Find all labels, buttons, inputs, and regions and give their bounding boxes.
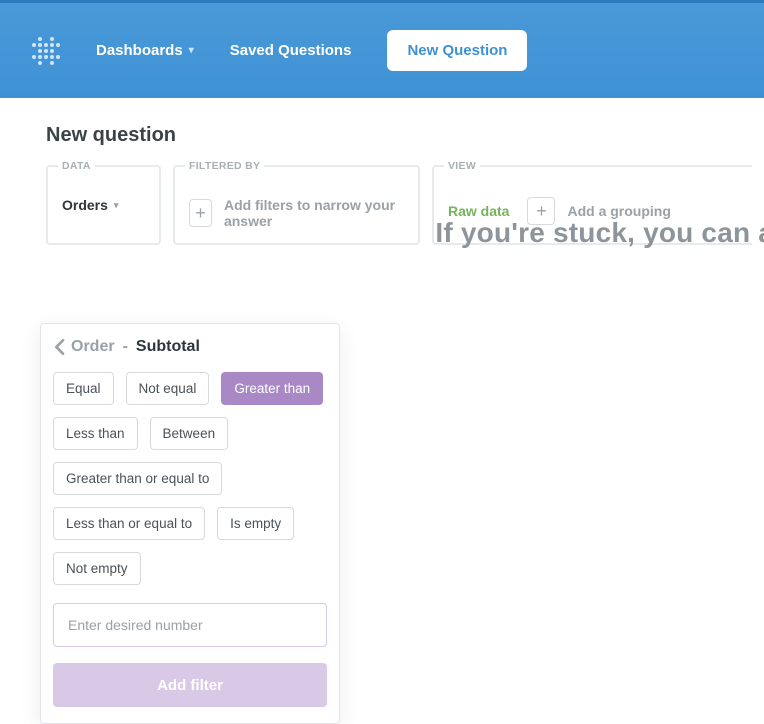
operator-gte[interactable]: Greater than or equal to [53, 462, 222, 495]
new-question-button[interactable]: New Question [387, 30, 527, 71]
nav-dashboards[interactable]: Dashboards ▾ [96, 42, 194, 59]
data-source-value: Orders [62, 197, 108, 213]
filter-segment: FILTERED BY + Add filters to narrow your… [173, 165, 420, 245]
page-title: New question [46, 124, 764, 147]
page: New question DATA Orders ▾ FILTERED BY +… [0, 98, 764, 245]
operator-not-equal[interactable]: Not equal [126, 372, 210, 405]
operator-lte[interactable]: Less than or equal to [53, 507, 205, 540]
filter-popover-header: Order - Subtotal [53, 338, 327, 356]
operator-between[interactable]: Between [150, 417, 229, 450]
filter-column-label: Subtotal [136, 338, 200, 356]
chevron-left-icon[interactable] [53, 339, 65, 355]
add-filter-row: + Add filters to narrow your answer [189, 197, 404, 229]
nav-dashboards-label: Dashboards [96, 42, 183, 59]
filter-header-dash: - [123, 338, 128, 356]
new-question-button-label: New Question [407, 42, 507, 59]
top-nav: Dashboards ▾ Saved Questions New Questio… [0, 3, 764, 98]
filter-segment-label: FILTERED BY [185, 160, 264, 172]
help-teaser-text: If you're stuck, you can alw [435, 217, 764, 249]
logo[interactable] [32, 37, 60, 65]
operator-not-empty[interactable]: Not empty [53, 552, 141, 585]
filter-back-label[interactable]: Order [71, 338, 115, 356]
data-segment: DATA Orders ▾ [46, 165, 161, 245]
apply-filter-button[interactable]: Add filter [53, 663, 327, 707]
filter-popover: Order - Subtotal Equal Not equal Greater… [40, 323, 340, 724]
chevron-down-icon: ▾ [114, 200, 119, 211]
data-source-select[interactable]: Orders ▾ [62, 197, 145, 213]
operator-less-than[interactable]: Less than [53, 417, 138, 450]
operator-greater-than[interactable]: Greater than [221, 372, 323, 405]
data-segment-label: DATA [58, 160, 95, 172]
operator-list: Equal Not equal Greater than Less than B… [53, 372, 327, 585]
plus-icon: + [195, 203, 206, 224]
chevron-down-icon: ▾ [189, 45, 194, 56]
filter-value-input[interactable] [53, 603, 327, 647]
filter-placeholder-text: Add filters to narrow your answer [224, 197, 404, 229]
apply-filter-label: Add filter [157, 677, 223, 694]
add-filter-button[interactable]: + [189, 199, 212, 227]
nav-saved-questions[interactable]: Saved Questions [230, 42, 352, 59]
view-segment-label: VIEW [444, 160, 480, 172]
nav-saved-questions-label: Saved Questions [230, 42, 352, 59]
operator-is-empty[interactable]: Is empty [217, 507, 294, 540]
operator-equal[interactable]: Equal [53, 372, 114, 405]
